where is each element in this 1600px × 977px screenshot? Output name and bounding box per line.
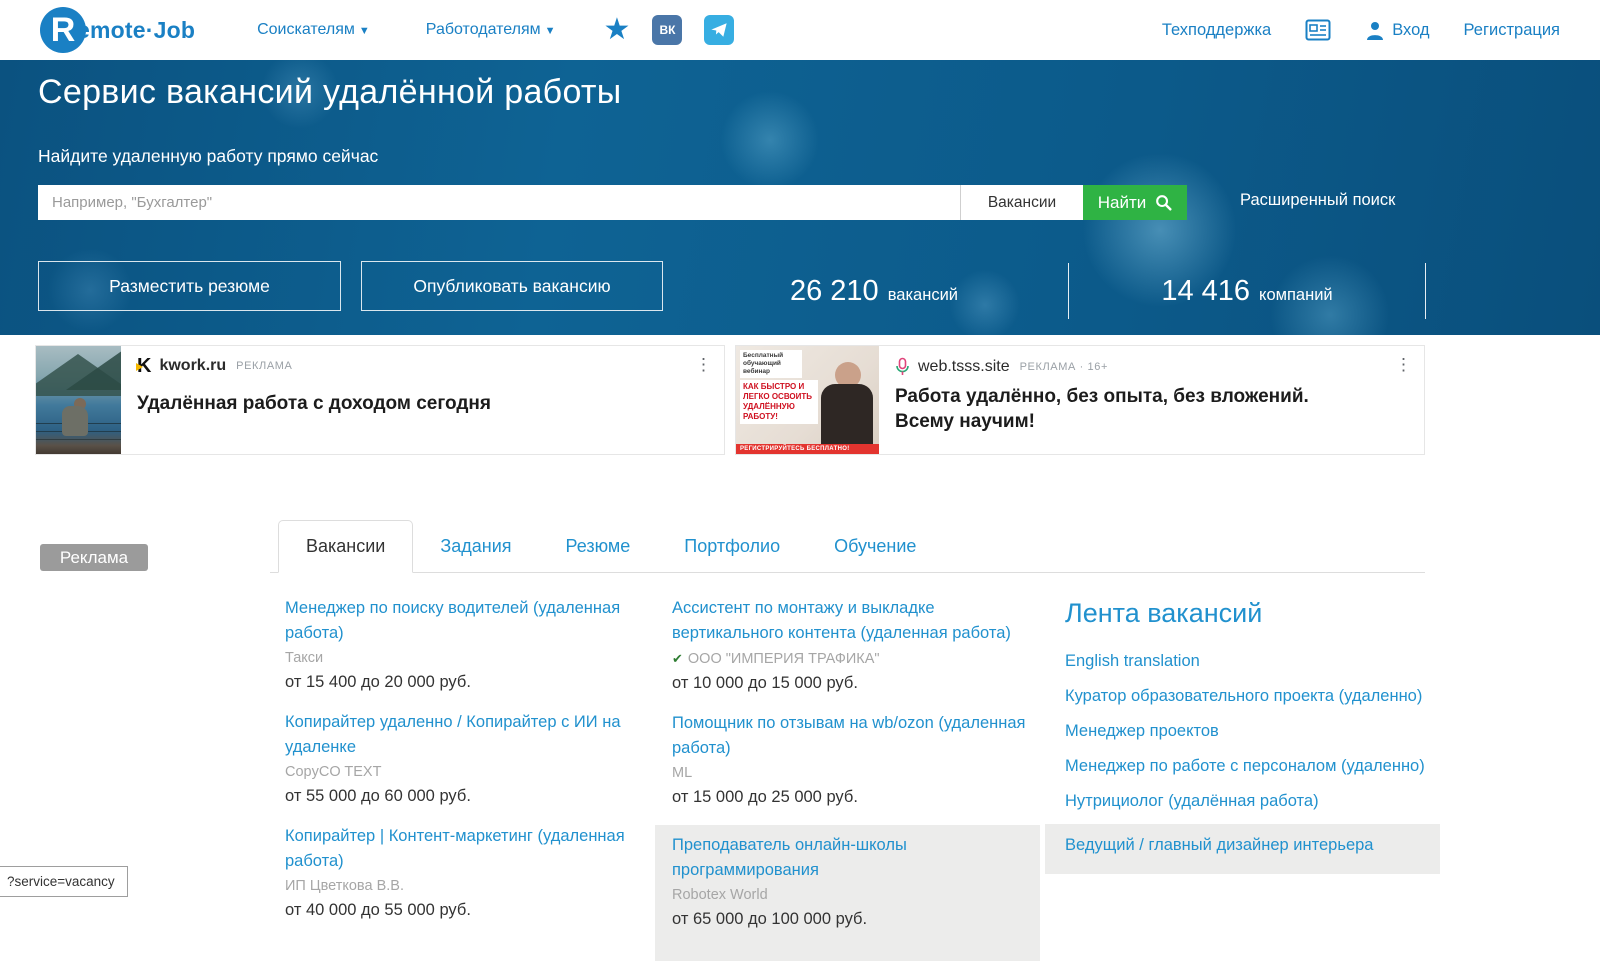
telegram-icon[interactable] <box>704 15 734 45</box>
cta-buttons: Разместить резюме Опубликовать вакансию <box>38 261 663 311</box>
ad-thumbnail <box>36 346 121 454</box>
job-title-link[interactable]: Помощник по отзывам на wb/ozon (удаленна… <box>672 711 1040 761</box>
microphone-icon <box>895 357 910 377</box>
job-title-link[interactable]: Ассистент по монтажу и выкладке вертикал… <box>672 596 1040 646</box>
more-options-icon[interactable]: ⋮ <box>1395 358 1412 372</box>
company-name: Robotex World <box>672 885 1040 906</box>
social-icons: ★ ВК <box>604 15 735 45</box>
ad-card-kwork[interactable]: K kwork.ru РЕКЛАМА Удалённая работа с до… <box>35 345 725 455</box>
company-name: ИП Цветкова В.В. <box>285 876 643 897</box>
chevron-down-icon: ▼ <box>359 25 370 37</box>
tab-resumes[interactable]: Резюме <box>539 520 658 573</box>
feed-heading: Лента вакансий <box>1065 598 1440 629</box>
job-title-link[interactable]: Преподаватель онлайн-школы программирова… <box>672 833 1040 883</box>
ad-headline[interactable]: Удалённая работа с доходом сегодня <box>137 391 491 416</box>
job-item-highlighted: Преподаватель онлайн-школы программирова… <box>655 825 1040 961</box>
tab-portfolio[interactable]: Портфолио <box>657 520 807 573</box>
search-bar: Вакансии Найти <box>38 185 1187 220</box>
stat-vacancies: 26 210 вакансий <box>680 275 1068 308</box>
page-title: Сервис вакансий удалённой работы <box>38 73 622 112</box>
post-resume-button[interactable]: Разместить резюме <box>38 261 341 311</box>
post-vacancy-button[interactable]: Опубликовать вакансию <box>361 261 663 311</box>
ad-badge: РЕКЛАМА <box>236 360 292 372</box>
more-options-icon[interactable]: ⋮ <box>695 358 712 372</box>
ad-site-link[interactable]: web.tsss.site <box>918 358 1010 376</box>
salary: от 15 400 до 20 000 руб. <box>285 670 643 694</box>
job-title-link[interactable]: Копирайтер | Контент-маркетинг (удаленна… <box>285 824 643 874</box>
salary: от 65 000 до 100 000 руб. <box>672 907 1040 931</box>
link-preview-status-bar: ?service=vacancy <box>0 866 128 897</box>
favorites-star-icon[interactable]: ★ <box>604 15 631 45</box>
ad-headline[interactable]: Работа удалённо, без опыта, без вложений… <box>895 384 1365 434</box>
menu-item-employers[interactable]: Работодателям▼ <box>426 21 556 39</box>
tab-tasks[interactable]: Задания <box>413 520 538 573</box>
salary: от 15 000 до 25 000 руб. <box>672 785 1040 809</box>
salary: от 55 000 до 60 000 руб. <box>285 784 643 808</box>
job-title-link[interactable]: Копирайтер удаленно / Копирайтер с ИИ на… <box>285 710 643 760</box>
register-link[interactable]: Регистрация <box>1464 21 1560 40</box>
company-name: ML <box>672 763 1040 784</box>
feed-link-highlighted[interactable]: Ведущий / главный дизайнер интерьера <box>1045 824 1440 874</box>
job-list-column-1: Менеджер по поиску водителей (удаленная … <box>285 596 643 938</box>
kwork-logo-icon: K <box>137 357 151 375</box>
top-navbar: R emote·Job Соискателям▼ Работодателям▼ … <box>0 0 1600 60</box>
search-button[interactable]: Найти <box>1083 185 1187 220</box>
search-scope-select[interactable]: Вакансии <box>960 185 1083 220</box>
feed-link[interactable]: Куратор образовательного проекта (удален… <box>1065 684 1440 709</box>
ad-site-link[interactable]: kwork.ru <box>159 357 226 375</box>
site-stats: 26 210 вакансий 14 416 компаний <box>680 263 1426 319</box>
main-menu: Соискателям▼ Работодателям▼ <box>257 21 555 39</box>
news-icon[interactable] <box>1305 19 1331 41</box>
job-item: Копирайтер | Контент-маркетинг (удаленна… <box>285 824 643 922</box>
feed-link[interactable]: Менеджер проектов <box>1065 719 1440 744</box>
job-item: Ассистент по монтажу и выкладке вертикал… <box>672 596 1040 695</box>
chevron-down-icon: ▼ <box>545 25 556 37</box>
job-title-link[interactable]: Менеджер по поиску водителей (удаленная … <box>285 596 643 646</box>
ad-badge: РЕКЛАМА · 16+ <box>1020 361 1108 373</box>
tab-vacancies[interactable]: Вакансии <box>278 520 413 573</box>
vk-icon[interactable]: ВК <box>652 15 682 45</box>
ad-banner-row: K kwork.ru РЕКЛАМА Удалённая работа с до… <box>35 345 1425 455</box>
feed-link[interactable]: Менеджер по работе с персоналом (удаленн… <box>1065 754 1440 779</box>
feed-link[interactable]: English translation <box>1065 649 1440 674</box>
navbar-right: Техподдержка Вход Регистрация <box>1162 19 1560 41</box>
login-link[interactable]: Вход <box>1365 20 1429 40</box>
sidebar-ad-label: Реклама <box>40 544 148 571</box>
stat-companies: 14 416 компаний <box>1069 275 1425 308</box>
ad-thumbnail: Бесплатный обучающий вебинар КАК БЫСТРО … <box>736 346 879 454</box>
search-input[interactable] <box>38 185 960 220</box>
divider <box>1425 263 1426 319</box>
vacancy-feed: Лента вакансий English translation Курат… <box>1065 598 1440 874</box>
hero-banner: Сервис вакансий удалённой работы Найдите… <box>0 60 1600 335</box>
search-icon <box>1155 194 1172 211</box>
tab-training[interactable]: Обучение <box>807 520 943 573</box>
verified-icon: ✔ <box>672 651 683 666</box>
job-item: Копирайтер удаленно / Копирайтер с ИИ на… <box>285 710 643 808</box>
salary: от 40 000 до 55 000 руб. <box>285 898 643 922</box>
feed-link[interactable]: Нутрициолог (удалённая работа) <box>1065 789 1440 814</box>
advanced-search-link[interactable]: Расширенный поиск <box>1240 191 1395 210</box>
ad-card-webinar[interactable]: Бесплатный обучающий вебинар КАК БЫСТРО … <box>735 345 1425 455</box>
job-item: Помощник по отзывам на wb/ozon (удаленна… <box>672 711 1040 809</box>
site-logo[interactable]: R emote·Job <box>40 7 195 53</box>
content-tabs: Вакансии Задания Резюме Портфолио Обучен… <box>278 520 943 573</box>
job-item: Менеджер по поиску водителей (удаленная … <box>285 596 643 694</box>
logo-text: emote·Job <box>77 17 195 44</box>
menu-item-seekers[interactable]: Соискателям▼ <box>257 21 370 39</box>
hero-subtitle: Найдите удаленную работу прямо сейчас <box>38 146 378 167</box>
user-icon <box>1365 20 1385 40</box>
company-name: ✔ООО "ИМПЕРИЯ ТРАФИКА" <box>672 648 1040 670</box>
salary: от 10 000 до 15 000 руб. <box>672 671 1040 695</box>
job-list-column-2: Ассистент по монтажу и выкладке вертикал… <box>672 596 1040 977</box>
company-name: Такси <box>285 648 643 669</box>
support-link[interactable]: Техподдержка <box>1162 21 1271 40</box>
company-name: CopyCO TEXT <box>285 762 643 783</box>
